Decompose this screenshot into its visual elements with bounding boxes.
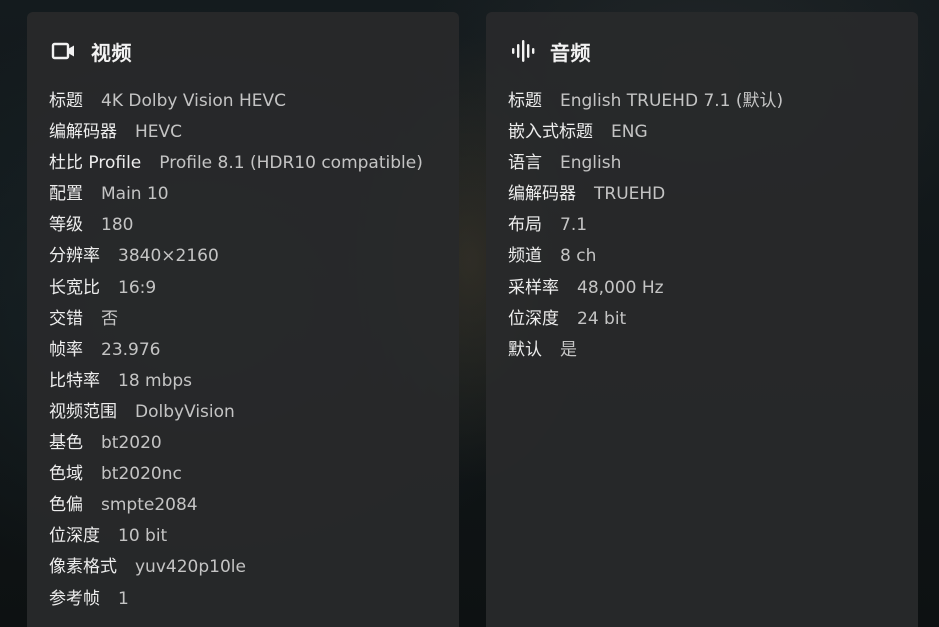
list-item: 分辨率 3840×2160 <box>49 243 423 274</box>
property-label: 语言 <box>508 153 542 174</box>
property-value: 否 <box>101 308 118 329</box>
list-item: 嵌入式标题 ENG <box>508 119 783 150</box>
audio-waveform-icon <box>510 38 536 64</box>
property-label: 频道 <box>508 246 542 267</box>
property-value: 7.1 <box>560 215 588 236</box>
list-item: 比特率 18 mbps <box>49 368 423 399</box>
property-value: bt2020nc <box>101 464 182 485</box>
property-label: 分辨率 <box>49 246 100 267</box>
property-label: 色域 <box>49 464 83 485</box>
property-value: 16:9 <box>118 277 157 298</box>
video-info-card: 视频 标题 4K Dolby Vision HEVC 编解码器 HEVC 杜比 Pr… <box>27 12 459 627</box>
property-label: 长宽比 <box>49 277 100 298</box>
property-label: 参考帧 <box>49 588 100 609</box>
property-label: 编解码器 <box>49 122 117 143</box>
property-label: 杜比 Profile <box>49 153 142 174</box>
audio-card-title: 音频 <box>550 40 591 65</box>
list-item: 配置 Main 10 <box>49 181 423 212</box>
property-label: 基色 <box>49 433 83 454</box>
list-item: 等级 180 <box>49 212 423 243</box>
list-item: 杜比 Profile Profile 8.1 (HDR10 compatible) <box>49 150 423 181</box>
list-item: 采样率 48,000 Hz <box>508 275 783 306</box>
property-value: yuv420p10le <box>135 557 246 578</box>
audio-card-header: 音频 <box>510 38 591 65</box>
property-value: 1 <box>118 588 129 609</box>
property-label: 配置 <box>49 184 83 205</box>
property-label: 嵌入式标题 <box>508 122 593 143</box>
list-item: 标题 4K Dolby Vision HEVC <box>49 88 423 119</box>
property-value: ENG <box>611 122 648 143</box>
property-value: 是 <box>560 339 577 360</box>
property-value: 8 ch <box>560 246 597 267</box>
list-item: 语言 English <box>508 150 783 181</box>
list-item: 标题 English TRUEHD 7.1 (默认) <box>508 88 783 119</box>
property-value: TRUEHD <box>594 184 666 205</box>
property-value: HEVC <box>135 122 183 143</box>
list-item: 参考帧 1 <box>49 586 423 617</box>
property-value: 10 bit <box>118 526 168 547</box>
property-value: English <box>560 153 622 174</box>
audio-properties-list: 标题 English TRUEHD 7.1 (默认) 嵌入式标题 ENG 语言 Eng… <box>508 88 783 368</box>
property-value: 180 <box>101 215 134 236</box>
video-card-title: 视频 <box>91 40 132 65</box>
property-label: 交错 <box>49 308 83 329</box>
property-value: 3840×2160 <box>118 246 219 267</box>
property-label: 像素格式 <box>49 557 117 578</box>
property-label: 等级 <box>49 215 83 236</box>
video-properties-list: 标题 4K Dolby Vision HEVC 编解码器 HEVC 杜比 Profi… <box>49 88 423 617</box>
list-item: 基色 bt2020 <box>49 430 423 461</box>
list-item: 频道 8 ch <box>508 243 783 274</box>
property-value: 4K Dolby Vision HEVC <box>101 91 286 111</box>
property-label: 标题 <box>508 91 542 111</box>
property-value: smpte2084 <box>101 495 198 516</box>
property-value: 48,000 Hz <box>577 277 664 298</box>
property-value: 23.976 <box>101 339 161 360</box>
list-item: 编解码器 HEVC <box>49 119 423 150</box>
list-item: 像素格式 yuv420p10le <box>49 554 423 585</box>
list-item: 帧率 23.976 <box>49 337 423 368</box>
list-item: 色域 bt2020nc <box>49 461 423 492</box>
list-item: 长宽比 16:9 <box>49 275 423 306</box>
list-item: 位深度 10 bit <box>49 523 423 554</box>
audio-info-card: 音频 标题 English TRUEHD 7.1 (默认) 嵌入式标题 ENG 语言… <box>486 12 918 627</box>
property-value: 18 mbps <box>118 370 193 391</box>
list-item: 布局 7.1 <box>508 212 783 243</box>
list-item: 默认是 <box>508 337 783 368</box>
list-item: 交错否 <box>49 306 423 337</box>
property-value: English TRUEHD 7.1 (默认) <box>560 91 784 111</box>
property-label: 默认 <box>508 339 542 360</box>
list-item: 编解码器 TRUEHD <box>508 181 783 212</box>
property-label: 视频范围 <box>49 401 117 422</box>
property-value: bt2020 <box>101 433 162 454</box>
property-label: 采样率 <box>508 277 559 298</box>
list-item: 色偏 smpte2084 <box>49 492 423 523</box>
list-item: 视频范围 DolbyVision <box>49 399 423 430</box>
video-card-header: 视频 <box>51 38 132 65</box>
property-label: 色偏 <box>49 495 83 516</box>
property-label: 标题 <box>49 91 83 111</box>
property-value: 24 bit <box>577 308 627 329</box>
property-label: 比特率 <box>49 370 100 391</box>
property-value: Profile 8.1 (HDR10 compatible) <box>159 153 423 174</box>
property-value: Main 10 <box>101 184 169 205</box>
property-label: 编解码器 <box>508 184 576 205</box>
property-value: DolbyVision <box>135 401 235 422</box>
property-label: 位深度 <box>49 526 100 547</box>
property-label: 布局 <box>508 215 542 236</box>
property-label: 位深度 <box>508 308 559 329</box>
list-item: 位深度 24 bit <box>508 306 783 337</box>
video-camera-icon <box>51 38 77 64</box>
property-label: 帧率 <box>49 339 83 360</box>
